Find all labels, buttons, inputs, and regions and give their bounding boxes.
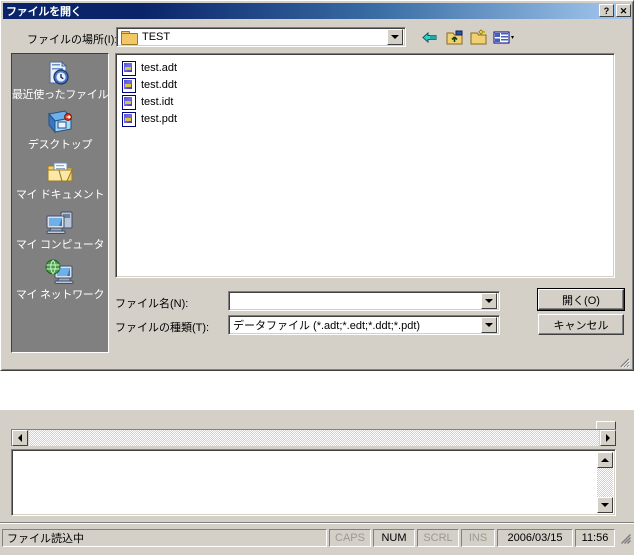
data-file-icon (121, 94, 137, 110)
status-date: 2006/03/15 (497, 529, 573, 547)
dialog-resize-grip[interactable] (618, 355, 631, 369)
status-scrl-indicator: SCRL (417, 529, 459, 547)
place-label: デスクトップ (27, 139, 93, 151)
computer-icon (44, 208, 76, 238)
place-label: マイ コンピュータ (15, 239, 105, 251)
file-name-input[interactable] (228, 291, 500, 311)
horizontal-scrollbar[interactable] (11, 429, 616, 446)
file-list-item[interactable]: test.idt (121, 93, 281, 110)
chevron-down-icon[interactable] (481, 317, 497, 333)
titlebar-button-group: ? ✕ (599, 4, 631, 17)
place-my-computer[interactable]: マイ コンピュータ (12, 208, 108, 256)
file-name: test.idt (141, 95, 174, 108)
place-desktop[interactable]: デスクトップ (12, 108, 108, 156)
dialog-toolbar (421, 29, 514, 46)
scroll-right-button[interactable] (600, 430, 616, 446)
look-in-label: ファイルの場所(I): (27, 34, 118, 46)
statusbar-divider (0, 522, 634, 524)
status-message: ファイル読込中 (2, 529, 327, 547)
horizontal-scrollbar-track[interactable] (29, 430, 599, 446)
views-icon[interactable] (493, 29, 514, 46)
chevron-down-icon[interactable] (481, 293, 497, 309)
data-file-icon (121, 60, 137, 76)
place-label: マイ ドキュメント (15, 189, 105, 201)
file-type-value: データファイル (*.adt;*.edt;*.ddt;*.pdt) (233, 320, 421, 332)
scroll-up-button[interactable] (597, 452, 613, 468)
place-my-documents[interactable]: マイ ドキュメント (12, 158, 108, 206)
file-name: test.ddt (141, 78, 178, 91)
place-label: マイ ネットワーク (15, 289, 105, 301)
data-file-icon (121, 111, 137, 127)
background-window: ファイル読込中 CAPS NUM SCRL INS 2006/03/15 11:… (0, 408, 634, 555)
dialog-titlebar[interactable]: ファイルを開く ? ✕ (3, 3, 632, 19)
look-in-value: TEST (142, 31, 171, 43)
look-in-row: ファイルの場所(I): TEST (1, 27, 632, 49)
data-file-icon (121, 77, 137, 93)
place-recent-documents[interactable]: 最近使ったファイル (12, 58, 108, 106)
output-text-panel[interactable] (11, 449, 616, 516)
chevron-down-icon[interactable] (387, 29, 403, 45)
cancel-button[interactable]: キャンセル (538, 314, 624, 335)
open-button[interactable]: 開く(O) (538, 289, 624, 310)
screen-root: ファイルを開く ? ✕ ファイルの場所(I): TEST 最近使ったファイル デ… (0, 0, 634, 555)
desktop-icon (44, 108, 76, 138)
close-button[interactable]: ✕ (616, 4, 631, 17)
status-bar: ファイル読込中 CAPS NUM SCRL INS 2006/03/15 11:… (0, 527, 634, 549)
look-in-combobox[interactable]: TEST (116, 27, 406, 47)
file-type-combobox[interactable]: データファイル (*.adt;*.edt;*.ddt;*.pdt) (228, 315, 500, 335)
recent-icon (44, 58, 76, 88)
file-type-label: ファイルの種類(T): (115, 322, 210, 334)
window-resize-grip[interactable] (618, 531, 632, 545)
file-list-item[interactable]: test.ddt (121, 76, 281, 93)
status-time: 11:56 (575, 529, 615, 547)
network-icon (44, 258, 76, 288)
up-one-level-icon[interactable] (445, 29, 464, 46)
place-label: 最近使ったファイル (11, 89, 109, 101)
status-ins-indicator: INS (461, 529, 495, 547)
places-bar: 最近使ったファイル デスクトップ マイ ドキュメント マイ コンピュータ マイ … (11, 53, 109, 353)
file-list-item[interactable]: test.adt (121, 59, 281, 76)
scroll-down-button[interactable] (597, 497, 613, 513)
file-name: test.adt (141, 61, 178, 74)
back-icon[interactable] (421, 29, 440, 46)
scroll-left-button[interactable] (12, 430, 28, 446)
window-top-separator (0, 409, 634, 412)
file-list[interactable]: test.adt test.ddt test.idt test.pdt (115, 53, 615, 278)
status-caps-indicator: CAPS (329, 529, 371, 547)
place-my-network[interactable]: マイ ネットワーク (12, 258, 108, 306)
file-name: test.pdt (141, 112, 178, 125)
help-button[interactable]: ? (599, 4, 614, 17)
file-name-label: ファイル名(N): (115, 298, 189, 310)
vertical-scrollbar[interactable] (597, 452, 613, 513)
dialog-title: ファイルを開く (6, 6, 82, 18)
documents-icon (44, 158, 76, 188)
new-folder-icon[interactable] (469, 29, 488, 46)
status-num-indicator: NUM (373, 529, 415, 547)
file-list-item[interactable]: test.pdt (121, 110, 281, 127)
open-file-dialog: ファイルを開く ? ✕ ファイルの場所(I): TEST 最近使ったファイル デ… (0, 0, 634, 371)
folder-icon (121, 30, 138, 45)
